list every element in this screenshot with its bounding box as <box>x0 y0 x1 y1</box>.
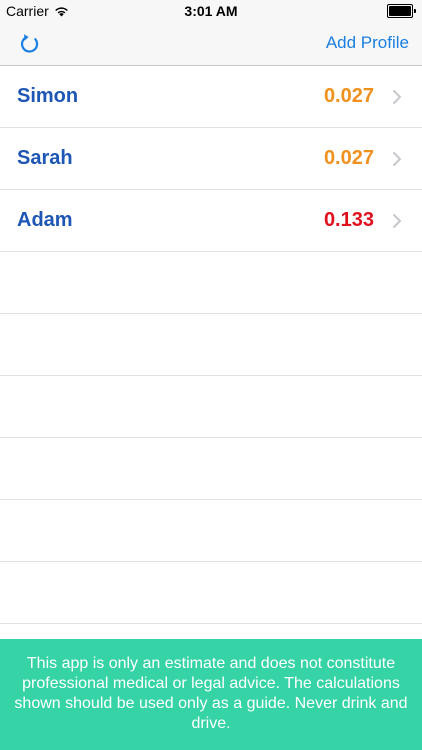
battery-tip <box>414 9 416 13</box>
disclaimer-banner: This app is only an estimate and does no… <box>0 639 422 750</box>
battery-indicator <box>387 4 416 18</box>
profile-row-simon[interactable]: Simon 0.027 <box>0 66 422 128</box>
chevron-right-icon <box>393 214 401 228</box>
status-time: 3:01 AM <box>184 3 238 19</box>
profile-bac-value: 0.027 <box>323 85 374 107</box>
profile-bac-value: 0.133 <box>323 209 374 231</box>
profile-bac-value: 0.027 <box>323 147 374 169</box>
empty-row <box>0 252 422 314</box>
navigation-bar: Add Profile <box>0 22 422 66</box>
empty-row <box>0 376 422 438</box>
empty-row <box>0 562 422 624</box>
disclaimer-text: This app is only an estimate and does no… <box>14 655 408 732</box>
empty-row <box>0 500 422 562</box>
profile-name: Adam <box>17 209 73 231</box>
profile-row-sarah[interactable]: Sarah 0.027 <box>0 128 422 190</box>
profile-name: Simon <box>17 85 79 107</box>
refresh-button[interactable] <box>16 30 44 58</box>
profile-list: Simon 0.027 Sarah 0.027 Adam 0.133 <box>0 66 422 624</box>
refresh-icon <box>20 34 39 53</box>
battery-icon <box>387 4 413 18</box>
empty-row <box>0 314 422 376</box>
profile-name: Sarah <box>17 147 73 169</box>
add-profile-button[interactable]: Add Profile <box>326 33 409 53</box>
chevron-right-icon <box>393 152 401 166</box>
empty-row <box>0 438 422 500</box>
profile-row-adam[interactable]: Adam 0.133 <box>0 190 422 252</box>
chevron-right-icon <box>393 90 401 104</box>
status-bar: Carrier 3:01 AM <box>0 0 422 22</box>
battery-fill <box>389 6 411 16</box>
